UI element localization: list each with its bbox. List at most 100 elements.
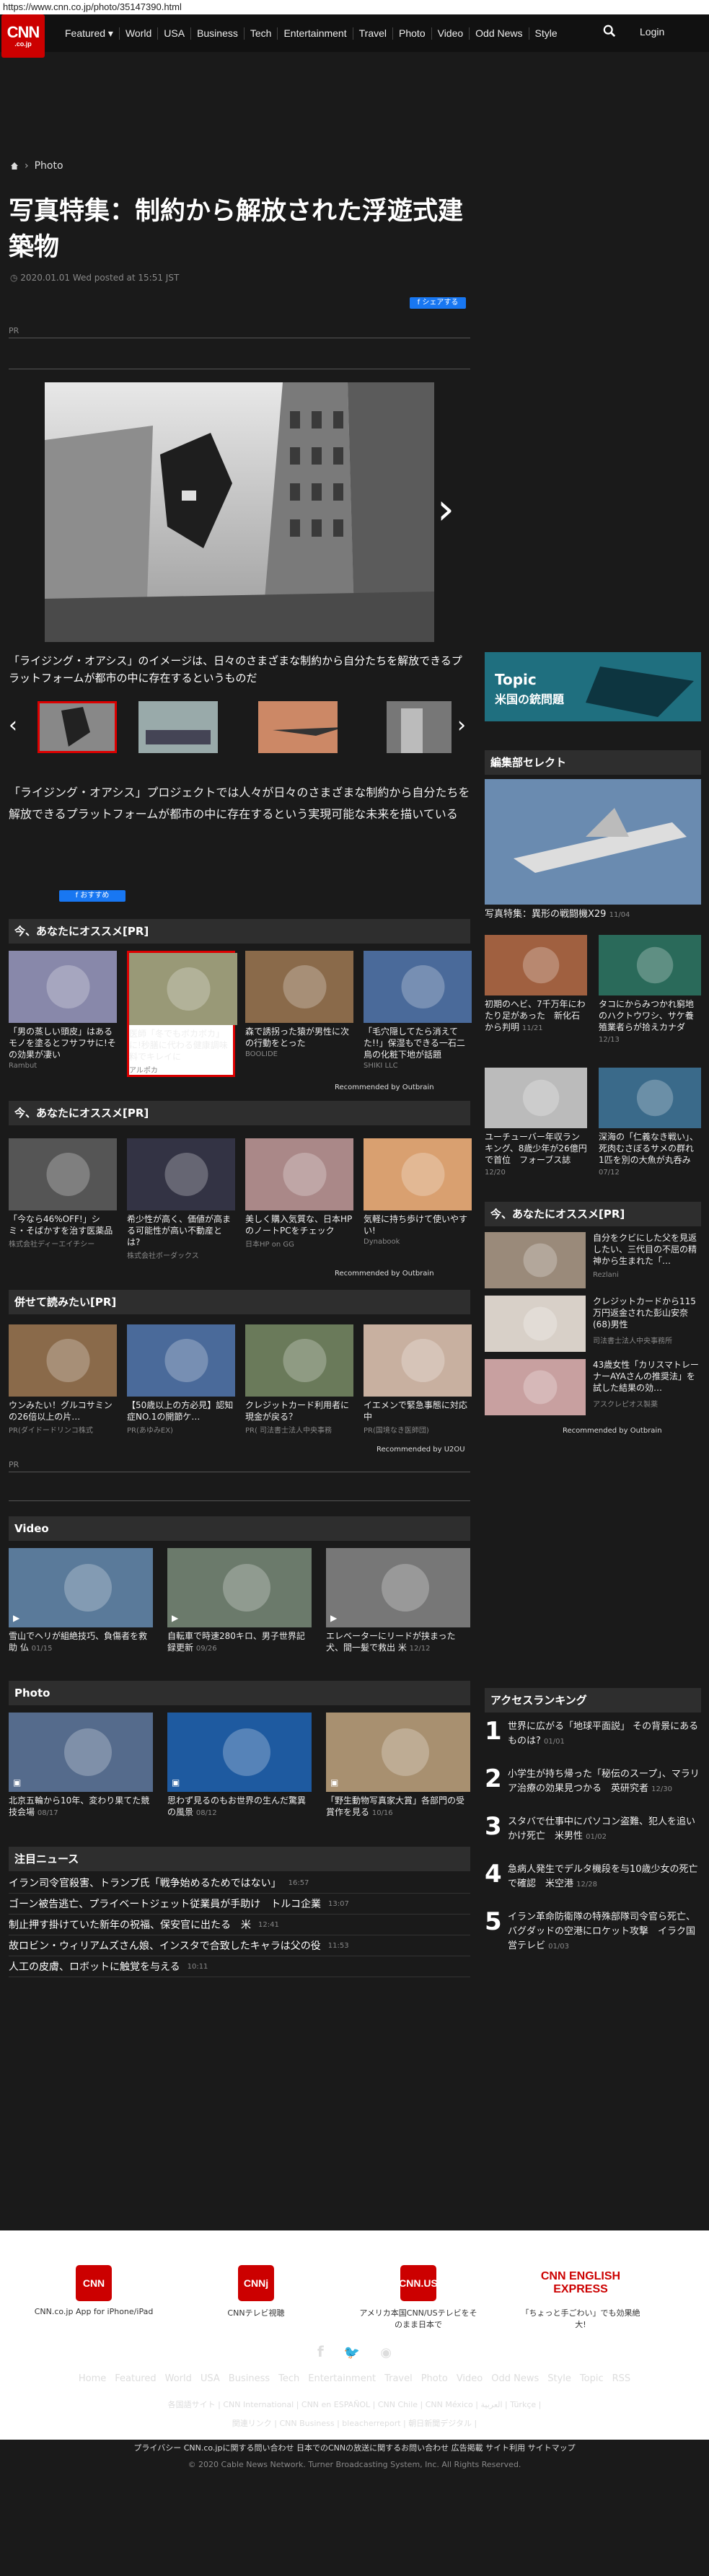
rec-card-image[interactable] [9,1324,117,1397]
photo-thumbnail[interactable]: ▣ [9,1713,153,1792]
rec-card[interactable]: 美しく購入気質な、日本HPのノートPCをチェック 日本HP on GG [245,1138,353,1249]
thumbnail-3[interactable] [258,701,338,753]
rec-card-image[interactable] [364,1324,472,1397]
outbrain-label[interactable]: Recommended by Outbrain [335,1083,434,1091]
rss-icon[interactable]: ◉ [380,2345,392,2360]
video-item[interactable]: ▶ エレベーターにリードが挟まった犬、間一髪で救出 米 12/12 [326,1548,470,1655]
photo-thumbnail[interactable]: ▣ [326,1713,470,1792]
breadcrumb-photo[interactable]: Photo [35,160,63,172]
footer-links-related[interactable]: 関連リンク | CNN Business | bleacherreport | … [0,2417,709,2429]
editor-main-title[interactable]: 写真特集：異形の戦闘機X29 11/04 [485,906,630,920]
twitter-icon[interactable]: 🐦 [344,2345,360,2360]
outbrain-label-3[interactable]: Recommended by Outbrain [563,1427,662,1435]
rec-card-image[interactable] [129,953,237,1025]
attention-title[interactable]: 制止押す掛けていた新年の祝福、保安官に出たる 米 [9,1917,251,1932]
footer-nav-item[interactable]: RSS [612,2373,631,2384]
topic-banner[interactable]: Topic 米国の銃問題 [485,652,701,721]
photo-title[interactable]: 「野生動物写真家大賞」各部門の受賞作を見る 10/16 [326,1795,470,1819]
rec-card-title[interactable]: 希少性が高く、価値が高まる可能性が高い不動産とは? [127,1213,235,1248]
main-photo[interactable] [45,382,434,642]
footer-nav-item[interactable]: Style [547,2373,571,2384]
editor-item[interactable]: 深海の「仁義なき戦い」、死肉むさぼるサメの群れ 1匹を別の大魚が丸呑み 07/1… [599,1068,703,1179]
video-thumbnail[interactable]: ▶ [167,1548,312,1627]
thumbnail-1[interactable] [38,701,117,753]
next-photo-arrow[interactable]: › [437,488,454,531]
rec-right-item[interactable]: 自分をクビにした父を見返したい、三代目の不屈の精神から生まれた「… Rezlani [485,1232,701,1290]
video-thumbnail[interactable]: ▶ [326,1548,470,1627]
nav-item[interactable]: World [120,27,159,40]
video-section-header[interactable]: Video [9,1516,470,1541]
rec-right-item[interactable]: クレジットカードから115万円返金された彭山安奈(68)男性 司法書士法人中央事務… [485,1296,701,1353]
editor-title[interactable]: 深海の「仁義なき戦い」、死肉むさぼるサメの群れ 1匹を別の大魚が丸呑み 07/1… [599,1131,703,1179]
ranking-title[interactable]: 急病人発生でデルタ機段を与10歳少女の死亡で確認 米空港 12/28 [508,1863,703,1892]
u2ou-label[interactable]: Recommended by U2OU [376,1446,465,1454]
footer-nav-item[interactable]: World [165,2373,192,2384]
rec-card-title[interactable]: 「毛穴隠してたら消えてた!!」保湿もできる一石二鳥の化粧下地が話題 [364,1026,472,1060]
nav-item[interactable]: Photo [393,27,432,40]
rec-card[interactable]: クレジットカード利用者に現金が戻る？ PR( 司法書士法人中央事務 [245,1324,353,1435]
app-promo[interactable]: CNN.US アメリカ本国CNN/USテレビをそのまま日本で [357,2265,480,2330]
rec-card[interactable]: 希少性が高く、価値が高まる可能性が高い不動産とは? 株式会社ボーダックス [127,1138,235,1260]
rec-right-title[interactable]: 43歳女性「カリスマトレーナーAYAさんの推奨法」を試した結果の効… [593,1359,701,1394]
rec-card[interactable]: ウンみたい！グルコサミンの26倍以上の片… PR(ダイドードリンコ株式 [9,1324,117,1435]
rec-card-image[interactable] [364,951,472,1023]
footer-links-lang[interactable]: 各国語サイト | CNN International | CNN en ESPA… [0,2399,709,2410]
nav-item[interactable]: USA [158,27,192,40]
attention-title[interactable]: ゴーン被告逃亡、プライベートジェット従業員が手助け トルコ企業 [9,1896,321,1911]
rec-card-title[interactable]: 【50歳以上の方必見】認知症NO.1の開節ケ… [127,1399,235,1423]
video-item[interactable]: ▶ 自転車で時速280キロ、男子世界記録更新 09/26 [167,1548,312,1655]
home-icon[interactable] [10,162,19,170]
editor-thumbnail[interactable] [599,1068,701,1128]
footer-nav-item[interactable]: Home [79,2373,106,2384]
nav-item[interactable]: Style [529,27,563,40]
footer-nav-item[interactable]: Odd News [491,2373,539,2384]
ranking-item[interactable]: 3 スタバで仕事中にパソコン盗難、犯人を追いかけ死亡 米男性 01/02 [485,1812,701,1855]
ranking-title[interactable]: 世界に広がる「地球平面説」 その背景にあるものは? 01/01 [508,1720,703,1749]
video-title[interactable]: 雪山でヘリが組絶技巧、負傷者を救助 仏 01/15 [9,1630,153,1655]
rec-card-image[interactable] [364,1138,472,1210]
editor-select-header[interactable]: 編集部セレクト [485,750,701,775]
nav-item[interactable]: Video [432,27,470,40]
app-promo[interactable]: CNNj CNNテレビ視聴 [195,2265,317,2318]
video-title[interactable]: 自転車で時速280キロ、男子世界記録更新 09/26 [167,1630,312,1655]
footer-nav-item[interactable]: Travel [384,2373,413,2384]
photo-item[interactable]: ▣ 北京五輪から10年、変わり果てた競技会場 08/17 [9,1713,153,1819]
rec-card-title[interactable]: 森で誘拐った猿が男性に次の行動をとった [245,1026,353,1049]
photo-item[interactable]: ▣ 「野生動物写真家大賞」各部門の受賞作を見る 10/16 [326,1713,470,1819]
footer-nav-item[interactable]: Entertainment [308,2373,376,2384]
attention-row[interactable]: 制止押す掛けていた新年の祝福、保安官に出たる 米 12:41 [9,1915,470,1935]
ranking-title[interactable]: 小学生が持ち帰った「秘伝のスープ」、マラリア治療の効果見つかる 英研究者 12/… [508,1767,703,1797]
editor-main-photo[interactable] [485,779,701,905]
thumbnail-4[interactable] [387,701,452,753]
nav-item[interactable]: Odd News [470,27,529,40]
rec-card[interactable]: イエメンで緊急事態に対応中 PR(国境なき医師団) [364,1324,472,1435]
app-promo[interactable]: CNN ENGLISH EXPRESS 「ちょっと手ごわい」でも効果絶大! [519,2265,642,2330]
ranking-item[interactable]: 2 小学生が持ち帰った「秘伝のスープ」、マラリア治療の効果見つかる 英研究者 12… [485,1764,701,1808]
attention-title[interactable]: 人工の皮膚、ロボットに触覚を与える [9,1959,180,1974]
ranking-item[interactable]: 1 世界に広がる「地球平面説」 その背景にあるものは? 01/01 [485,1717,701,1760]
editor-title[interactable]: ユーチューバー年収ランキング、8歳少年が26億円で首位 フォーブス誌 12/20 [485,1131,587,1179]
rec-card[interactable]: 【50歳以上の方必見】認知症NO.1の開節ケ… PR(あゆみEX) [127,1324,235,1435]
editor-item[interactable]: タコにからみつかれ窮地のハクトウワシ、サケ養殖業者らが拾えカナダ 12/13 [599,935,701,1046]
attention-row[interactable]: 故ロビン・ウィリアムズさん娘、インスタで合致したキャラは父の役 11:53 [9,1935,470,1956]
rec-card-title[interactable]: 「今なら46%OFF!」シミ・そばかすを治す医薬品 [9,1213,117,1236]
nav-item[interactable]: Business [191,27,245,40]
footer-nav-item[interactable]: Topic [580,2373,604,2384]
ranking-item[interactable]: 5 イラン革命防衛隊の特殊部隊司令官ら死亡、バグダッドの空港にロケット攻撃 イラク… [485,1907,701,1951]
rec-right-item[interactable]: 43歳女性「カリスマトレーナーAYAさんの推奨法」を試した結果の効… アスクレピオ… [485,1359,701,1417]
rec-right-title[interactable]: クレジットカードから115万円返金された彭山安奈(68)男性 [593,1296,701,1330]
footer-nav-item[interactable]: Featured [115,2373,156,2384]
footer-nav-item[interactable]: Tech [278,2373,299,2384]
rec-card-title[interactable]: 美しく購入気質な、日本HPのノートPCをチェック [245,1213,353,1236]
rec-card[interactable]: 気軽に持ち歩けて使いやすい! Dynabook [364,1138,472,1246]
footer-nav-item[interactable]: Video [457,2373,483,2384]
photo-title[interactable]: 北京五輪から10年、変わり果てた競技会場 08/17 [9,1795,153,1819]
video-item[interactable]: ▶ 雪山でヘリが組絶技巧、負傷者を救助 仏 01/15 [9,1548,153,1655]
rec-card-image[interactable] [9,951,117,1023]
rec-card[interactable]: 医師「冬でもボカボカ」に!秒膳に代わる健康調味料でキレイに アルポカ [127,951,237,1077]
attention-title[interactable]: イラン司令官殺害、トランプ氏「戦争始めるためではない」 [9,1876,281,1890]
rec-card[interactable]: 森で誘拐った猿が男性に次の行動をとった BOOLIDE [245,951,353,1058]
rec-card-title[interactable]: 医師「冬でもボカボカ」に!秒膳に代わる健康調味料でキレイに [129,1028,233,1063]
ranking-title[interactable]: スタバで仕事中にパソコン盗難、犯人を追いかけ死亡 米男性 01/02 [508,1815,703,1845]
nav-item[interactable]: Entertainment [278,27,353,40]
